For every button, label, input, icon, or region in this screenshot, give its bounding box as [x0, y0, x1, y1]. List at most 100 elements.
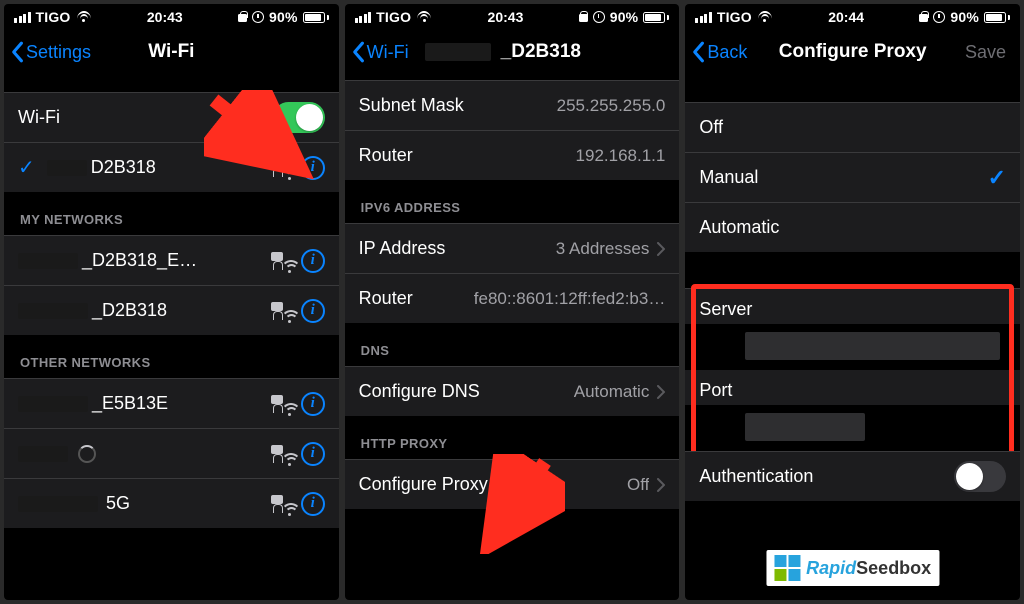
- status-bar: TIGO 20:43 90%: [345, 4, 680, 30]
- save-button[interactable]: Save: [965, 42, 1014, 63]
- proxy-option-automatic[interactable]: Automatic: [685, 202, 1020, 252]
- back-label: Wi-Fi: [367, 42, 409, 63]
- wifi-toggle-row[interactable]: Wi-Fi: [4, 92, 339, 142]
- checkmark-icon: ✓: [18, 155, 35, 180]
- battery-pct: 90%: [610, 9, 639, 25]
- network-ssid: _E5B13E: [92, 393, 168, 414]
- battery-pct: 90%: [269, 9, 298, 25]
- alarm-icon: [593, 11, 605, 23]
- dns-header: DNS: [345, 337, 680, 366]
- back-button[interactable]: Wi-Fi: [351, 41, 409, 63]
- info-button[interactable]: i: [301, 492, 325, 516]
- wifi-status-icon: [76, 11, 92, 23]
- back-label: Settings: [26, 42, 91, 63]
- nav-bar: Wi-Fi _D2B318: [345, 30, 680, 74]
- screen-wifi-details: TIGO 20:43 90% Wi-Fi _D2B318 Subnet Mask…: [345, 4, 680, 600]
- checkmark-icon: ✓: [988, 165, 1006, 191]
- info-button[interactable]: i: [301, 299, 325, 323]
- windows-tiles-icon: [774, 555, 800, 581]
- brand-a: Rapid: [806, 558, 856, 578]
- network-ssid: 5G: [106, 493, 130, 514]
- other-networks-header: OTHER NETWORKS: [4, 349, 339, 378]
- server-row: Server: [685, 288, 1020, 324]
- loading-spinner-icon: [78, 445, 96, 463]
- connected-ssid: D2B318: [91, 157, 156, 178]
- network-ssid: _D2B318_E…: [82, 250, 197, 271]
- carrier-label: TIGO: [36, 9, 71, 25]
- cell-signal-icon: [695, 12, 712, 23]
- battery-icon: [303, 12, 329, 23]
- row-label: Configure DNS: [359, 381, 480, 402]
- orientation-lock-icon: [579, 11, 588, 23]
- screen-wifi-list: TIGO 20:43 90% Settings Wi-Fi Wi-Fi ✓ D2…: [4, 4, 339, 600]
- battery-icon: [643, 12, 669, 23]
- row-label: Configure Proxy: [359, 474, 488, 495]
- row-label: Router: [359, 145, 413, 166]
- alarm-icon: [252, 11, 264, 23]
- back-button[interactable]: Settings: [10, 41, 91, 63]
- configure-dns-row[interactable]: Configure DNS Automatic: [345, 366, 680, 416]
- row-value: Off: [627, 475, 649, 495]
- info-button[interactable]: i: [301, 392, 325, 416]
- auth-label: Authentication: [699, 466, 813, 487]
- wifi-status-icon: [757, 11, 773, 23]
- battery-icon: [984, 12, 1010, 23]
- chevron-right-icon: [657, 478, 665, 492]
- battery-pct: 90%: [950, 9, 979, 25]
- router-row: Router 192.168.1.1: [345, 130, 680, 180]
- cell-signal-icon: [355, 12, 372, 23]
- network-row[interactable]: 5G i: [4, 478, 339, 528]
- network-row[interactable]: _D2B318 i: [4, 285, 339, 335]
- chevron-left-icon: [10, 41, 24, 63]
- wifi-toggle-label: Wi-Fi: [18, 107, 60, 128]
- carrier-label: TIGO: [376, 9, 411, 25]
- proxy-option-off[interactable]: Off: [685, 102, 1020, 152]
- status-bar: TIGO 20:43 90%: [4, 4, 339, 30]
- wifi-toggle[interactable]: [273, 102, 325, 133]
- info-button[interactable]: i: [301, 442, 325, 466]
- network-row[interactable]: _D2B318_E… i: [4, 235, 339, 285]
- network-row[interactable]: i: [4, 428, 339, 478]
- row-label: IP Address: [359, 238, 446, 259]
- page-title: _D2B318: [425, 41, 680, 63]
- proxy-option-manual[interactable]: Manual ✓: [685, 152, 1020, 202]
- subnet-mask-row: Subnet Mask 255.255.255.0: [345, 80, 680, 130]
- http-proxy-header: HTTP PROXY: [345, 430, 680, 459]
- network-ssid: _D2B318: [92, 300, 167, 321]
- configure-proxy-row[interactable]: Configure Proxy Off: [345, 459, 680, 509]
- ipv6-header: IPV6 ADDRESS: [345, 194, 680, 223]
- clock-label: 20:43: [488, 9, 524, 25]
- clock-label: 20:44: [828, 9, 864, 25]
- back-button[interactable]: Back: [691, 41, 747, 63]
- wifi-status-icon: [416, 11, 432, 23]
- server-input[interactable]: [745, 332, 1000, 360]
- clock-label: 20:43: [147, 9, 183, 25]
- row-value: 3 Addresses: [556, 239, 650, 259]
- row-label: Subnet Mask: [359, 95, 464, 116]
- nav-bar: Back Configure Proxy Save: [685, 30, 1020, 74]
- chevron-right-icon: [657, 242, 665, 256]
- cell-signal-icon: [14, 12, 31, 23]
- option-label: Manual: [699, 167, 758, 188]
- network-row[interactable]: _E5B13E i: [4, 378, 339, 428]
- info-button[interactable]: i: [301, 156, 325, 180]
- port-label: Port: [699, 380, 1006, 401]
- screen-configure-proxy: TIGO 20:44 90% Back Configure Proxy Save…: [685, 4, 1020, 600]
- row-label: Router: [359, 288, 413, 309]
- chevron-left-icon: [691, 41, 705, 63]
- info-button[interactable]: i: [301, 249, 325, 273]
- port-input[interactable]: [745, 413, 865, 441]
- row-value: Automatic: [574, 382, 650, 402]
- ipv6-router-row: Router fe80::8601:12ff:fed2:b3…: [345, 273, 680, 323]
- carrier-label: TIGO: [717, 9, 752, 25]
- ipv6-ip-row[interactable]: IP Address 3 Addresses: [345, 223, 680, 273]
- orientation-lock-icon: [238, 11, 247, 23]
- alarm-icon: [933, 11, 945, 23]
- connected-network-row[interactable]: ✓ D2B318 i: [4, 142, 339, 192]
- chevron-right-icon: [657, 385, 665, 399]
- option-label: Off: [699, 117, 723, 138]
- back-label: Back: [707, 42, 747, 63]
- authentication-toggle[interactable]: [954, 461, 1006, 492]
- authentication-row[interactable]: Authentication: [685, 451, 1020, 501]
- server-label: Server: [699, 299, 1006, 320]
